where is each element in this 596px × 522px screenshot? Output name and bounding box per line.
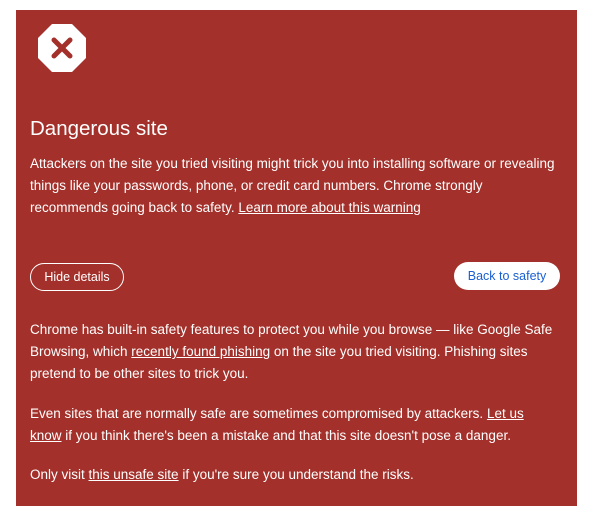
unsafe-site-link[interactable]: this unsafe site [89,467,179,482]
details-3-text-before: Only visit [30,467,89,482]
details-3-text-after: if you're sure you understand the risks. [178,467,414,482]
details-paragraph-visit-unsafe: Only visit this unsafe site if you're su… [30,464,560,486]
learn-more-link[interactable]: Learn more about this warning [238,200,420,215]
recently-found-phishing-link[interactable]: recently found phishing [131,344,270,359]
details-paragraph-safety-features: Chrome has built-in safety features to p… [30,319,560,385]
intro-paragraph: Attackers on the site you tried visiting… [30,153,560,219]
page-title: Dangerous site [30,117,168,140]
danger-x-icon [37,23,87,73]
details-2-text-after: if you think there's been a mistake and … [61,428,511,443]
back-to-safety-button[interactable]: Back to safety [454,262,560,290]
details-paragraph-compromised: Even sites that are normally safe are so… [30,403,550,447]
details-2-text-before: Even sites that are normally safe are so… [30,406,487,421]
interstitial-panel: Dangerous site Attackers on the site you… [16,10,577,506]
hide-details-button[interactable]: Hide details [30,263,124,291]
